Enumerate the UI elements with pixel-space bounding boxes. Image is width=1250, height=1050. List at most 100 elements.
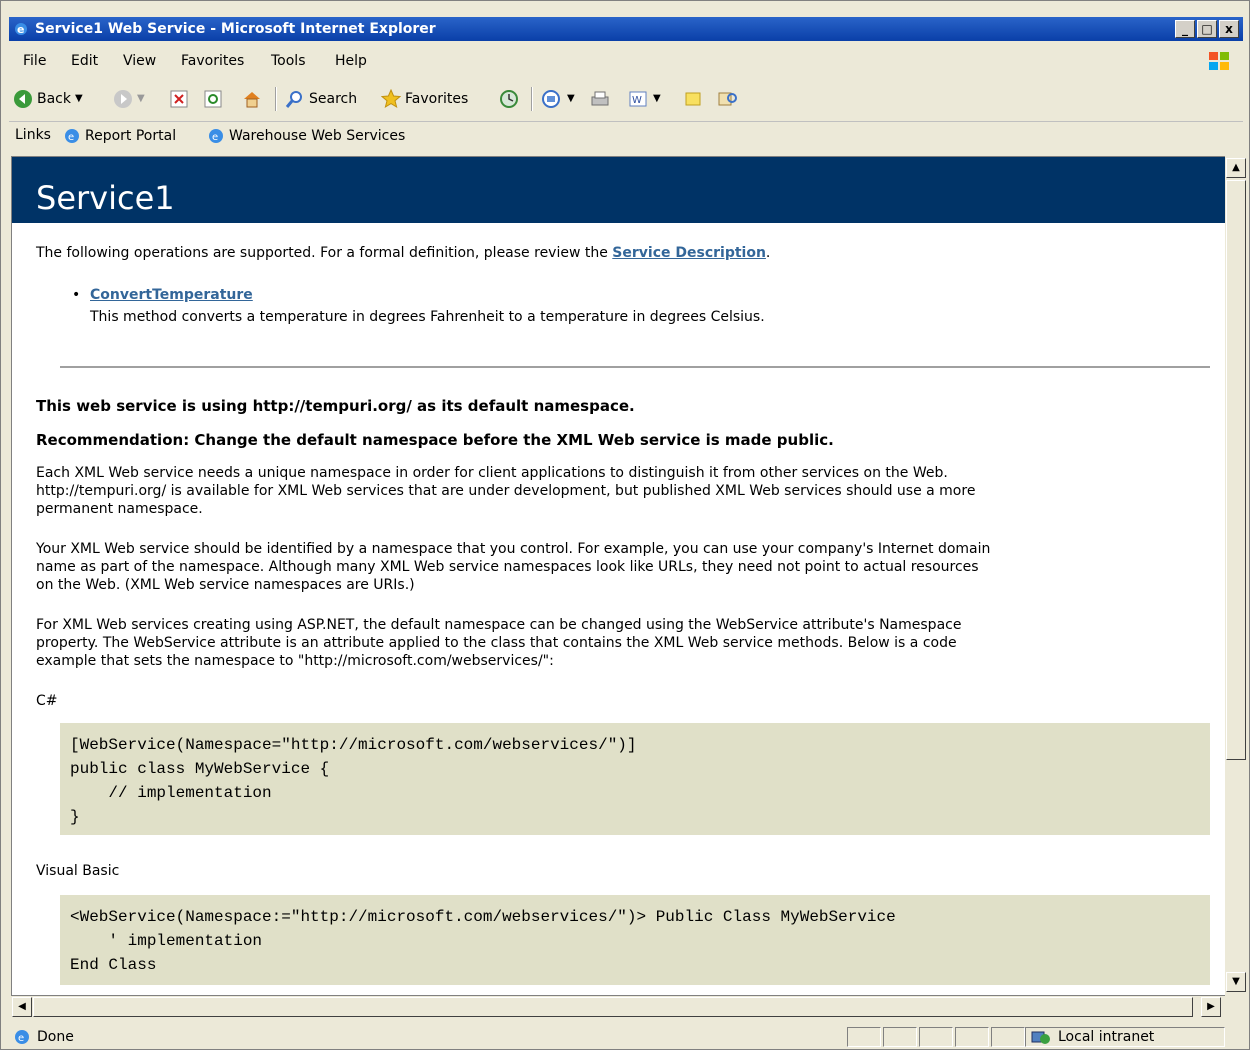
- status-pane: [955, 1027, 989, 1047]
- security-zone[interactable]: Local intranet: [1025, 1027, 1225, 1047]
- favorites-button[interactable]: Favorites: [381, 89, 468, 109]
- scroll-up-icon[interactable]: ▲: [1226, 158, 1246, 178]
- toolbar-separator: [275, 87, 277, 111]
- horizontal-scroll-thumb[interactable]: [33, 997, 1193, 1017]
- browser-window: e Service1 Web Service - Microsoft Inter…: [0, 0, 1250, 1050]
- research-icon: [718, 92, 737, 106]
- status-bar: e Done Local intranet: [9, 1025, 1243, 1049]
- forward-dropdown-icon[interactable]: ▼: [137, 89, 145, 109]
- scroll-right-icon[interactable]: ▶: [1201, 997, 1221, 1017]
- ie-page-icon: e: [15, 1030, 29, 1044]
- ie-page-icon: e: [209, 129, 223, 143]
- ie-page-icon: e: [65, 129, 79, 143]
- toolbar: Back ▼ ▼ Search Favorites ▼ W ▼: [9, 83, 1243, 115]
- svg-text:e: e: [18, 1033, 24, 1044]
- menu-edit[interactable]: Edit: [71, 53, 98, 69]
- scroll-left-icon[interactable]: ◀: [12, 997, 32, 1017]
- paragraph-3-line-2: property. The WebService attribute is an…: [36, 635, 957, 651]
- zone-label: Local intranet: [1058, 1029, 1155, 1045]
- menu-file[interactable]: File: [23, 53, 46, 69]
- link-warehouse-web-services[interactable]: e Warehouse Web Services: [207, 127, 405, 145]
- page-title: Service1: [36, 179, 175, 217]
- research-button[interactable]: [717, 89, 739, 109]
- search-button[interactable]: Search: [285, 89, 357, 109]
- namespace-heading: This web service is using http://tempuri…: [36, 397, 635, 415]
- forward-arrow-icon: [114, 90, 132, 108]
- edit-dropdown-icon[interactable]: ▼: [653, 89, 661, 109]
- link-warehouse-label: Warehouse Web Services: [229, 128, 406, 144]
- mail-icon: [542, 90, 560, 108]
- mail-button[interactable]: ▼: [541, 89, 575, 109]
- search-label: Search: [309, 91, 358, 107]
- word-icon: W: [629, 91, 647, 107]
- back-dropdown-icon[interactable]: ▼: [75, 89, 83, 109]
- print-button[interactable]: [589, 89, 611, 109]
- history-button[interactable]: [499, 89, 519, 109]
- home-icon: [244, 92, 260, 108]
- refresh-button[interactable]: [203, 89, 223, 109]
- horizontal-scrollbar[interactable]: ◀ ▶: [11, 996, 1225, 1018]
- intro-prefix: The following operations are supported. …: [36, 245, 613, 261]
- search-icon: [285, 91, 302, 108]
- vb-code-block: <WebService(Namespace:="http://microsoft…: [60, 895, 1210, 985]
- refresh-icon: [204, 90, 222, 108]
- svg-text:e: e: [17, 23, 24, 36]
- maximize-button[interactable]: □: [1197, 20, 1217, 38]
- status-done: Done: [37, 1029, 74, 1045]
- title-bar[interactable]: e Service1 Web Service - Microsoft Inter…: [9, 17, 1243, 41]
- printer-icon: [591, 91, 609, 106]
- links-label: Links: [15, 127, 51, 143]
- status-pane: [919, 1027, 953, 1047]
- intro-text: The following operations are supported. …: [36, 245, 770, 261]
- svg-text:W: W: [632, 95, 642, 106]
- paragraph-1-line-1: Each XML Web service needs a unique name…: [36, 465, 948, 481]
- paragraph-2-line-3: on the Web. (XML Web service namespaces …: [36, 577, 415, 593]
- status-pane: [991, 1027, 1025, 1047]
- discuss-button[interactable]: [683, 89, 703, 109]
- close-button[interactable]: x: [1219, 20, 1239, 38]
- status-text: e Done: [13, 1028, 74, 1046]
- paragraph-2-line-1: Your XML Web service should be identifie…: [36, 541, 991, 557]
- favorites-label: Favorites: [405, 91, 469, 107]
- history-icon: [500, 90, 518, 108]
- csharp-label: C#: [36, 693, 58, 709]
- status-pane: [847, 1027, 881, 1047]
- forward-button[interactable]: ▼: [113, 89, 145, 109]
- edit-button[interactable]: W ▼: [627, 89, 661, 109]
- menu-help[interactable]: Help: [335, 53, 367, 69]
- back-label: Back: [37, 91, 71, 107]
- svg-text:e: e: [68, 132, 74, 143]
- menu-favorites[interactable]: Favorites: [181, 53, 244, 69]
- service-description-link[interactable]: Service Description: [612, 245, 766, 261]
- operation-bullet: •: [72, 287, 81, 303]
- stop-button[interactable]: [169, 89, 189, 109]
- operation-link[interactable]: ConvertTemperature: [90, 287, 253, 303]
- paragraph-1-line-2: http://tempuri.org/ is available for XML…: [36, 483, 976, 499]
- paragraph-2-line-2: name as part of the namespace. Although …: [36, 559, 979, 575]
- star-icon: [381, 89, 401, 109]
- scroll-down-icon[interactable]: ▼: [1226, 972, 1246, 992]
- menu-tools[interactable]: Tools: [271, 53, 306, 69]
- heading-banner: Service1: [12, 157, 1225, 223]
- operation-description: This method converts a temperature in de…: [90, 309, 765, 325]
- back-button[interactable]: Back ▼: [13, 89, 83, 109]
- status-pane: [883, 1027, 917, 1047]
- home-button[interactable]: [241, 89, 263, 109]
- menu-view[interactable]: View: [123, 53, 156, 69]
- vertical-scroll-thumb[interactable]: [1226, 180, 1246, 760]
- vertical-scrollbar[interactable]: ▲ ▼: [1225, 156, 1247, 996]
- mail-dropdown-icon[interactable]: ▼: [567, 89, 575, 109]
- vb-label: Visual Basic: [36, 863, 120, 879]
- window-title: Service1 Web Service - Microsoft Interne…: [35, 21, 436, 37]
- link-report-portal[interactable]: e Report Portal: [63, 127, 176, 145]
- intro-suffix: .: [765, 245, 771, 261]
- note-icon: [685, 92, 701, 106]
- windows-logo-icon: [1209, 52, 1229, 70]
- divider: [60, 366, 1210, 368]
- convert-temperature-link[interactable]: ConvertTemperature: [90, 287, 253, 303]
- minimize-button[interactable]: _: [1175, 20, 1195, 38]
- csharp-code-block: [WebService(Namespace="http://microsoft.…: [60, 723, 1210, 835]
- paragraph-1-line-3: permanent namespace.: [36, 501, 203, 517]
- paragraph-3-line-3: example that sets the namespace to "http…: [36, 653, 554, 669]
- ie-icon: e: [15, 23, 27, 36]
